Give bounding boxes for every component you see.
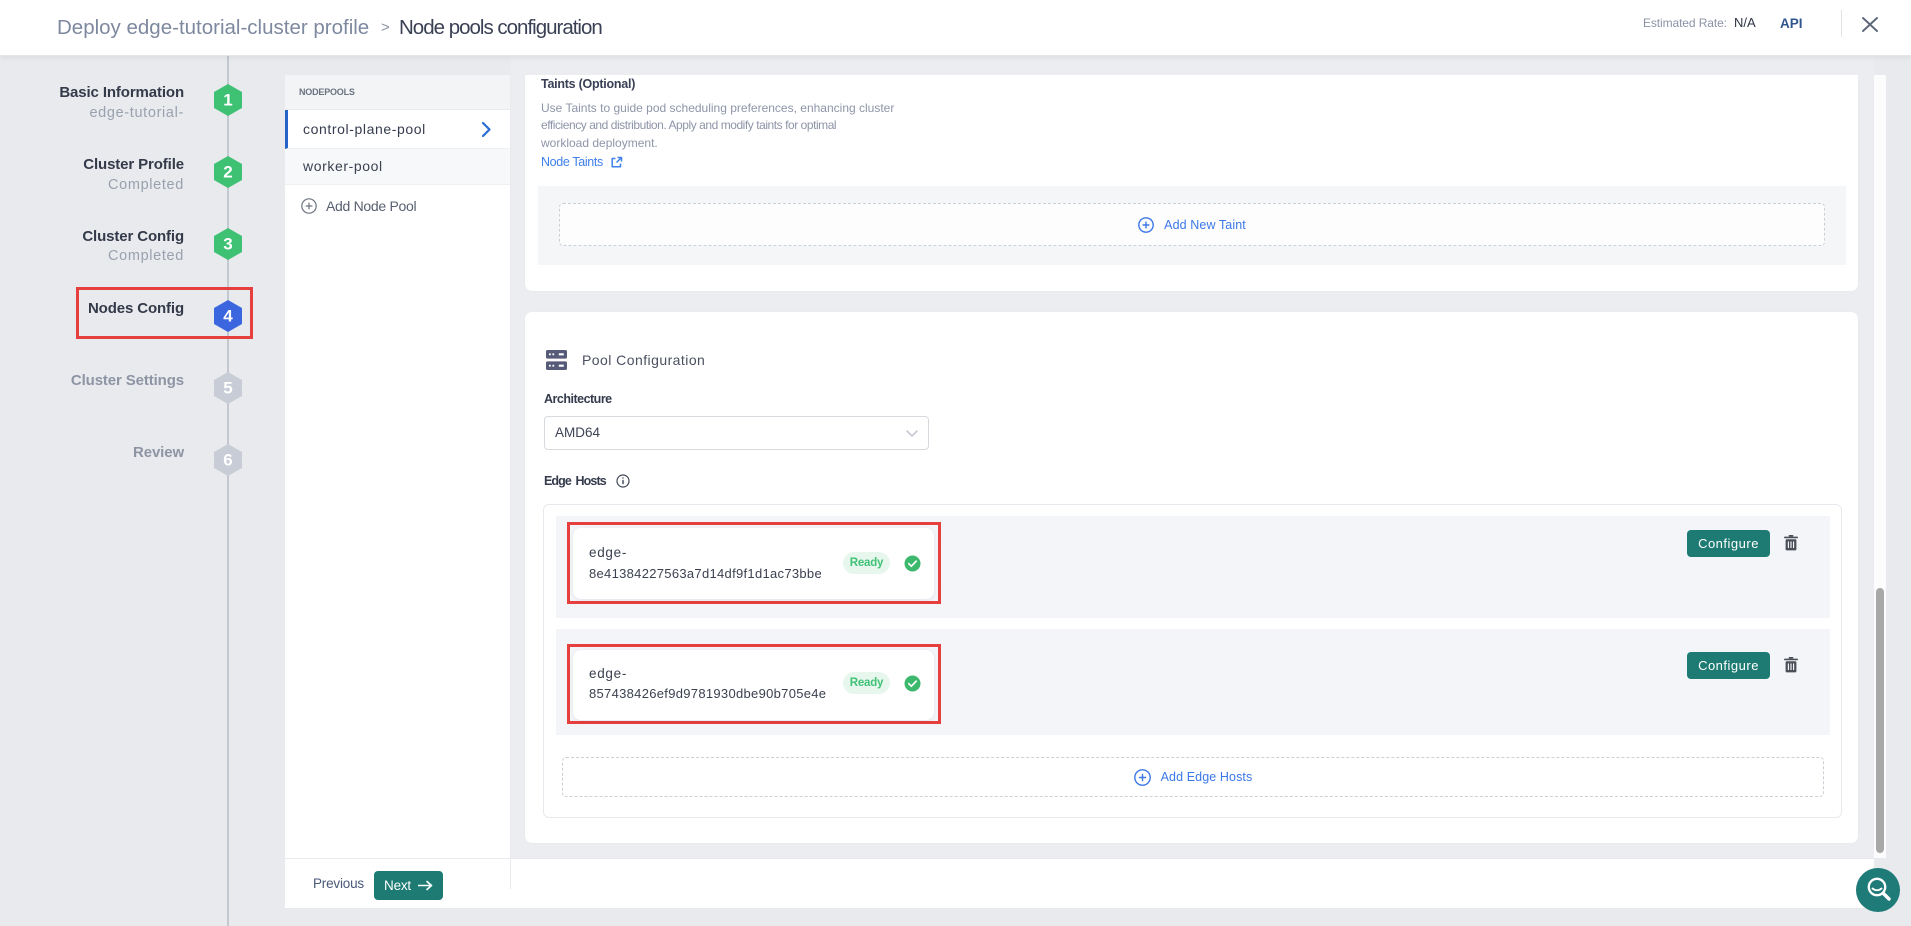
svg-text:6: 6 bbox=[223, 451, 232, 470]
svg-text:1: 1 bbox=[223, 91, 232, 110]
svg-text:3: 3 bbox=[223, 235, 232, 254]
svg-text:5: 5 bbox=[223, 379, 232, 398]
svg-text:4: 4 bbox=[223, 307, 233, 326]
svg-text:2: 2 bbox=[223, 163, 232, 182]
